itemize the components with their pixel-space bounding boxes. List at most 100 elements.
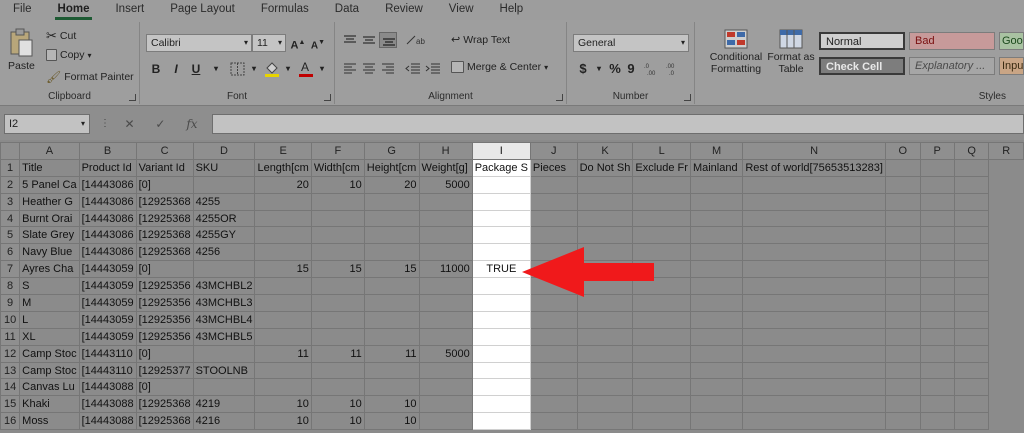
cell-h14[interactable] — [418, 378, 473, 397]
number-format-select[interactable]: General ▾ — [573, 34, 689, 52]
cell-c15[interactable]: [12925368 — [135, 395, 194, 414]
cell-p11[interactable] — [919, 327, 955, 346]
cell-l16[interactable] — [632, 412, 691, 431]
cell-c3[interactable]: [12925368 — [135, 192, 194, 211]
cell-m8[interactable] — [689, 277, 744, 296]
cell-h5[interactable] — [418, 226, 473, 245]
cell-m3[interactable] — [689, 192, 744, 211]
font-size-select[interactable]: 11 ▾ — [252, 34, 286, 52]
cell-d15[interactable]: 4219 — [192, 395, 256, 414]
cell-q14[interactable] — [953, 378, 990, 397]
row-header[interactable]: 11 — [0, 327, 21, 346]
menu-insert[interactable]: Insert — [102, 0, 157, 20]
cell-a6[interactable]: Navy Blue — [19, 243, 80, 262]
row-header[interactable]: 15 — [0, 395, 21, 414]
cell-l15[interactable] — [632, 395, 691, 414]
cell-k12[interactable] — [576, 344, 634, 363]
cell-p13[interactable] — [919, 361, 955, 380]
cell-d5[interactable]: 4255GY — [192, 226, 256, 245]
cell-l1[interactable]: Exclude Fr — [632, 158, 691, 177]
row-header[interactable]: 16 — [0, 412, 21, 431]
cell-e15[interactable]: 10 — [254, 395, 312, 414]
cell-a1[interactable]: Title — [19, 158, 80, 177]
underline-button[interactable]: U — [188, 61, 204, 77]
cell-h16[interactable] — [418, 412, 473, 431]
increase-decimal-icon[interactable]: .0.00 — [643, 62, 661, 76]
decrease-font-icon[interactable]: A▼ — [310, 35, 326, 51]
cell-b2[interactable]: [14443086 — [78, 175, 137, 194]
style-input[interactable]: Inpu — [999, 57, 1024, 75]
cell-c1[interactable]: Variant Id — [135, 158, 194, 177]
cell-n3[interactable] — [742, 192, 886, 211]
cell-c16[interactable]: [12925368 — [135, 412, 194, 431]
style-explanatory[interactable]: Explanatory ... — [909, 57, 995, 75]
cell-e7[interactable]: 15 — [254, 260, 312, 279]
cell-a13[interactable]: Camp Stoc — [19, 361, 80, 380]
clipboard-launcher[interactable] — [129, 94, 136, 101]
insert-function-icon[interactable]: fx — [186, 117, 197, 131]
cell-o3[interactable] — [884, 192, 921, 211]
cell-p4[interactable] — [919, 209, 955, 228]
cell-k16[interactable] — [576, 412, 634, 431]
cell-n13[interactable] — [742, 361, 886, 380]
column-header-n[interactable]: N — [742, 142, 886, 160]
cell-c14[interactable]: [0] — [135, 378, 194, 397]
cell-m14[interactable] — [689, 378, 744, 397]
align-center-icon[interactable] — [362, 62, 376, 74]
cell-p9[interactable] — [919, 294, 955, 312]
cell-l3[interactable] — [632, 192, 691, 211]
cell-i2[interactable] — [471, 175, 531, 194]
borders-icon[interactable] — [230, 62, 246, 76]
chevron-down-icon[interactable]: ▾ — [591, 61, 607, 77]
cell-b10[interactable]: [14443059 — [78, 310, 137, 329]
spreadsheet-grid[interactable]: ABCDEFGHIJKLMNOPQR 1 Title Product Id Varia… — [0, 142, 1024, 433]
cell-d2[interactable] — [192, 175, 256, 194]
cell-e5[interactable] — [254, 226, 312, 245]
cell-h15[interactable] — [418, 395, 473, 414]
cell-b8[interactable]: [14443059 — [78, 277, 137, 296]
cell-b14[interactable]: [14443088 — [78, 378, 137, 397]
cell-j12[interactable] — [529, 344, 578, 363]
cell-g2[interactable]: 20 — [363, 175, 420, 194]
style-bad[interactable]: Bad — [909, 32, 995, 50]
cell-d12[interactable] — [192, 344, 256, 363]
cell-p10[interactable] — [919, 310, 955, 329]
cell-o14[interactable] — [884, 378, 921, 397]
cell-j3[interactable] — [529, 192, 578, 211]
cell-j2[interactable] — [529, 175, 578, 194]
align-right-icon[interactable] — [381, 62, 395, 74]
cell-i4[interactable] — [471, 209, 531, 228]
cell-b6[interactable]: [14443086 — [78, 243, 137, 262]
cell-m12[interactable] — [689, 344, 744, 363]
cell-o13[interactable] — [884, 361, 921, 380]
formula-input[interactable] — [212, 114, 1024, 134]
name-box[interactable]: I2 ▾ — [4, 114, 90, 134]
align-middle-icon[interactable] — [362, 34, 376, 46]
cell-i12[interactable] — [471, 344, 531, 363]
cell-j14[interactable] — [529, 378, 578, 397]
column-header-o[interactable]: O — [884, 142, 921, 160]
menu-help[interactable]: Help — [487, 0, 537, 20]
cell-n6[interactable] — [742, 243, 886, 262]
cell-a4[interactable]: Burnt Orai — [19, 209, 80, 228]
column-header-m[interactable]: M — [689, 142, 744, 160]
chevron-down-icon[interactable]: ▾ — [280, 61, 296, 77]
row-header[interactable]: 4 — [0, 209, 21, 228]
cell-e10[interactable] — [254, 310, 312, 329]
cell-q16[interactable] — [953, 412, 990, 431]
cell-p5[interactable] — [919, 226, 955, 245]
cell-d9[interactable]: 43MCHBL3 — [192, 294, 256, 312]
column-header-l[interactable]: L — [632, 142, 691, 160]
cell-g16[interactable]: 10 — [363, 412, 420, 431]
cell-p1[interactable] — [919, 158, 955, 177]
cell-m11[interactable] — [689, 327, 744, 346]
currency-button[interactable]: $ — [575, 61, 591, 77]
cell-d7[interactable] — [192, 260, 256, 279]
cell-c10[interactable]: [12925356 — [135, 310, 194, 329]
cell-i3[interactable] — [471, 192, 531, 211]
cell-g6[interactable] — [363, 243, 420, 262]
cell-o5[interactable] — [884, 226, 921, 245]
style-check-cell[interactable]: Check Cell — [819, 57, 905, 75]
chevron-down-icon[interactable]: ▾ — [208, 61, 224, 77]
cell-g11[interactable] — [363, 327, 420, 346]
